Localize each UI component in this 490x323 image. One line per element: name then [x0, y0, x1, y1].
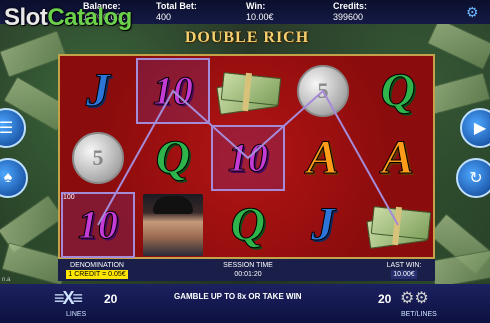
total-bet-value: 400 [156, 12, 172, 22]
win-value: 10.00€ [246, 12, 274, 22]
credits-value: 399600 [333, 12, 364, 22]
reel-cell [361, 192, 435, 258]
win-label: Win: [246, 1, 266, 11]
symbol-q: Q [380, 64, 416, 117]
lines-label: LINES [66, 311, 87, 318]
gamble-message: GAMBLE UP TO 8x OR TAKE WIN [174, 292, 302, 301]
reel-cell-winning: 10 [136, 58, 210, 124]
bet-lines-value: 20 [378, 292, 392, 306]
cash-stack-symbol [366, 205, 432, 249]
symbol-j: J [86, 64, 111, 117]
symbol-j: J [311, 198, 336, 251]
session-time: SESSION TIME 00:01:20 [213, 261, 283, 279]
spin-icon: ↻ [469, 170, 483, 187]
reel-cell: Q [211, 192, 285, 258]
symbol-a: A [306, 131, 339, 184]
total-bet: Total Bet: 400 [156, 1, 197, 23]
denomination-label: DENOMINATION [70, 262, 124, 269]
coin-symbol: 5 [72, 132, 124, 184]
coin-value: 5 [92, 145, 104, 170]
reel-cell: Q [361, 58, 435, 124]
denomination: DENOMINATION 1 CREDIT = 0.05€ [58, 259, 136, 281]
lines-logo-icon[interactable]: ≡X≡ [54, 288, 83, 309]
total-bet-label: Total Bet: [156, 1, 197, 11]
game-title: DOUBLE RICH [184, 29, 310, 46]
denomination-value[interactable]: 1 CREDIT = 0.05€ [66, 270, 128, 279]
wild-man-symbol [143, 194, 203, 256]
cash-stack-symbol [216, 71, 282, 115]
play-icon: ▶ [473, 120, 487, 137]
settings-gear-icon[interactable]: ⚙ [466, 5, 480, 19]
reel-cell: 5 [286, 58, 360, 124]
reel-cell: 5 [61, 125, 135, 191]
lines-value: 20 [104, 292, 118, 306]
last-win-value: 10.00€ [391, 270, 417, 279]
reel-cell: J [61, 58, 135, 124]
spin-button[interactable]: ↻ [456, 158, 490, 198]
watermark-logo: SlotCatalog [4, 4, 132, 32]
reel-cell: Q [136, 125, 210, 191]
reel-cell [136, 192, 210, 258]
last-win-label: LAST WIN: [386, 262, 422, 269]
coin-value: 5 [317, 78, 329, 103]
session-time-label: SESSION TIME [223, 262, 273, 269]
reel-cell-winning: 10 [61, 192, 135, 258]
session-time-value: 00:01:20 [234, 271, 262, 278]
reel-cell: J [286, 192, 360, 258]
reel-grid: J 5 10 10 Q 10 Q 5 A J Q A 100 [58, 54, 435, 259]
win: Win: 10.00€ [246, 1, 274, 23]
cards-icon: ♠ [3, 169, 13, 186]
corner-text: n.a [2, 277, 11, 283]
bottom-control-bar: ≡X≡ 20 LINES GAMBLE UP TO 8x OR TAKE WIN… [0, 284, 490, 323]
win-amount-label: 100 [63, 194, 75, 201]
coin-symbol: 5 [297, 65, 349, 117]
symbol-q: Q [230, 198, 266, 251]
symbol-10: 10 [78, 202, 119, 247]
watermark-part2: Catalog [47, 4, 132, 31]
chips-icon[interactable]: ⚙⚙ [400, 288, 429, 308]
reel-cell: A [361, 125, 435, 191]
menu-icon: ☰ [0, 120, 14, 137]
reel-cell-winning: 10 [211, 125, 285, 191]
symbol-10: 10 [153, 68, 194, 113]
info-bar: DENOMINATION 1 CREDIT = 0.05€ SESSION TI… [58, 259, 435, 281]
reel-cell [211, 58, 285, 124]
money-decoration [426, 18, 490, 70]
watermark-part1: Slot [4, 4, 48, 31]
credits: Credits: 399600 [333, 1, 367, 23]
money-decoration [430, 249, 490, 289]
money-decoration [0, 30, 67, 78]
last-win: LAST WIN: 10.00€ [375, 261, 433, 279]
symbol-q: Q [155, 131, 191, 184]
symbol-a: A [381, 131, 414, 184]
credits-label: Credits: [333, 1, 368, 11]
symbol-10: 10 [228, 135, 269, 180]
bet-lines-label: BET/LINES [401, 311, 437, 318]
reel-cell: A [286, 125, 360, 191]
